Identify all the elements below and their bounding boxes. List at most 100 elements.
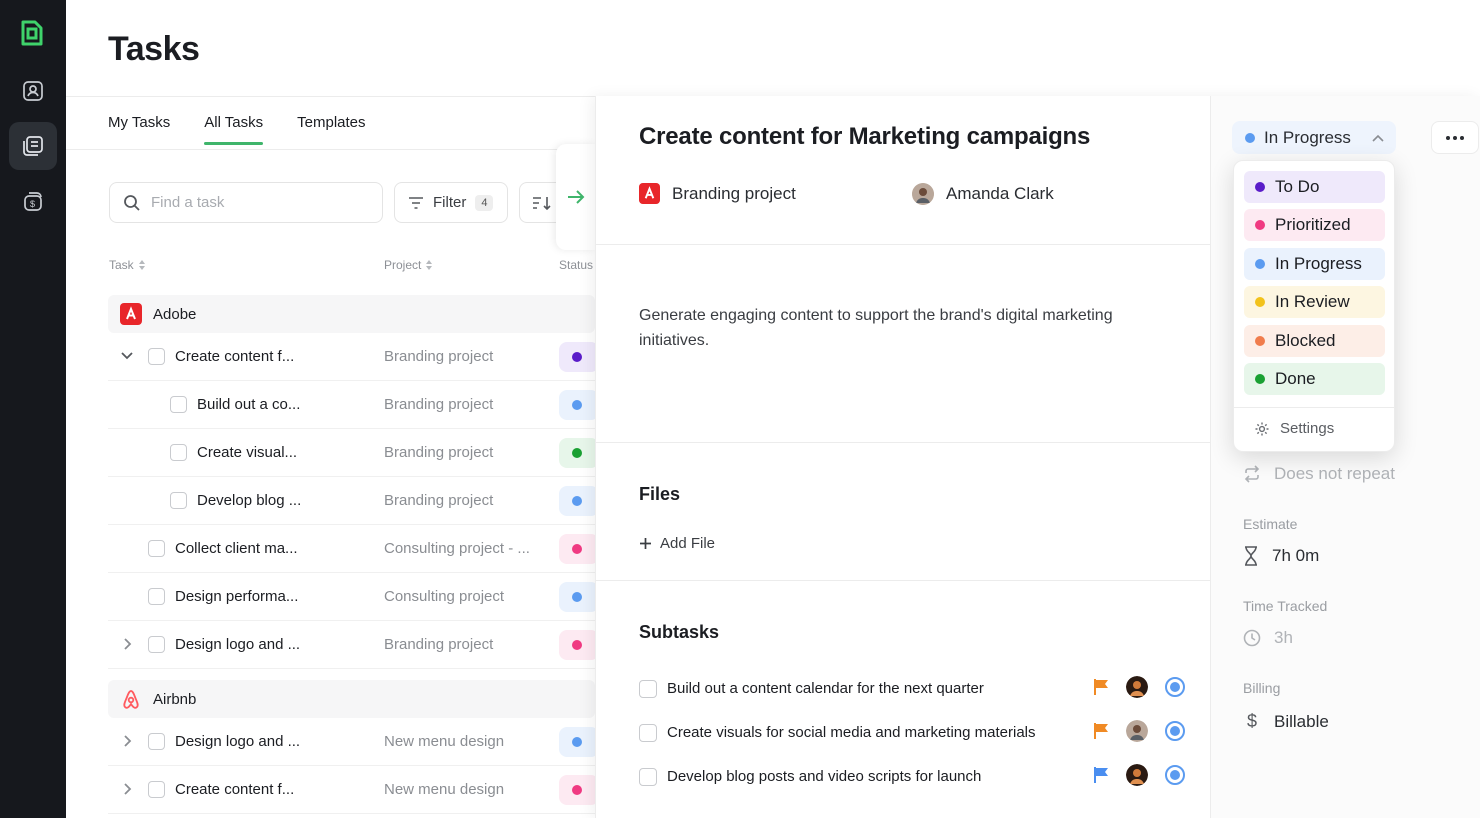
tab-templates[interactable]: Templates <box>297 114 365 145</box>
table-row[interactable]: Design logo and ... New menu design <box>108 718 599 766</box>
task-checkbox[interactable] <box>148 733 165 750</box>
task-project: Branding project <box>384 492 494 509</box>
priority-flag-icon[interactable] <box>1093 678 1111 696</box>
task-checkbox[interactable] <box>148 348 165 365</box>
repeat-setting[interactable]: Does not repeat <box>1243 464 1395 484</box>
arrow-right-icon <box>568 190 585 204</box>
tab-all-tasks[interactable]: All Tasks <box>204 114 263 145</box>
column-header-task[interactable]: Task <box>109 258 146 272</box>
group-row-adobe[interactable]: Adobe <box>108 295 595 333</box>
table-row[interactable]: Create content f... Branding project <box>108 333 599 381</box>
priority-flag-icon[interactable] <box>1093 766 1111 784</box>
task-checkbox[interactable] <box>148 588 165 605</box>
task-name: Create visual... <box>197 444 298 461</box>
task-assignee[interactable]: Amanda Clark <box>912 183 1054 205</box>
task-checkbox[interactable] <box>170 396 187 413</box>
clock-icon <box>1243 629 1261 647</box>
task-name: Build out a co... <box>197 396 301 413</box>
subtask-checkbox[interactable] <box>639 768 657 786</box>
time-tracked-field[interactable]: 3h <box>1243 628 1293 648</box>
column-task-label: Task <box>109 258 134 272</box>
task-checkbox[interactable] <box>148 781 165 798</box>
task-description[interactable]: Generate engaging content to support the… <box>639 303 1119 353</box>
table-row[interactable]: Develop blog ... Branding project <box>108 477 599 525</box>
sort-arrows-icon <box>426 260 433 270</box>
table-row[interactable]: Build out a co... Branding project <box>108 381 599 429</box>
chevron-right-icon[interactable] <box>118 732 136 750</box>
table-row[interactable]: Create visual... Branding project <box>108 429 599 477</box>
table-row[interactable]: Collect client ma... Consulting project … <box>108 525 599 573</box>
chevron-down-icon[interactable] <box>118 347 136 365</box>
task-name: Develop blog ... <box>197 492 302 509</box>
estimate-field[interactable]: 7h 0m <box>1243 546 1319 566</box>
estimate-label: Estimate <box>1243 516 1298 532</box>
status-pill[interactable] <box>559 534 599 564</box>
detail-divider <box>595 580 1210 581</box>
tab-bar: My Tasks All Tasks Templates <box>108 114 366 145</box>
task-checkbox[interactable] <box>148 636 165 653</box>
table-row[interactable]: Create content f... New menu design <box>108 766 599 814</box>
task-checkbox[interactable] <box>148 540 165 557</box>
subtask-item[interactable]: Build out a content calendar for the nex… <box>639 674 1191 704</box>
priority-flag-icon[interactable] <box>1093 722 1111 740</box>
column-header-project[interactable]: Project <box>384 258 433 272</box>
column-header-status[interactable]: Status <box>559 258 595 272</box>
avatar[interactable] <box>1126 720 1148 742</box>
tab-my-tasks[interactable]: My Tasks <box>108 114 170 145</box>
task-title[interactable]: Create content for Marketing campaigns <box>639 123 1090 151</box>
status-option-done[interactable]: Done <box>1244 363 1385 395</box>
status-option-blocked[interactable]: Blocked <box>1244 325 1385 357</box>
project-name: Branding project <box>672 183 796 203</box>
subtask-item[interactable]: Create visuals for social media and mark… <box>639 718 1191 748</box>
table-row[interactable]: Design performa... Consulting project <box>108 573 599 621</box>
filter-icon <box>409 196 423 209</box>
sidebar-billing-icon[interactable]: $ <box>9 178 57 226</box>
status-pill[interactable] <box>559 630 599 660</box>
subtask-text: Develop blog posts and video scripts for… <box>667 768 982 785</box>
task-project-link[interactable]: Branding project <box>639 183 796 204</box>
group-row-airbnb[interactable]: Airbnb <box>108 680 595 718</box>
avatar[interactable] <box>1126 676 1148 698</box>
status-option-prioritized[interactable]: Prioritized <box>1244 209 1385 241</box>
status-option-to-do[interactable]: To Do <box>1244 171 1385 203</box>
status-dot <box>572 785 582 795</box>
billing-field[interactable]: $ Billable <box>1243 711 1329 732</box>
chevron-right-icon[interactable] <box>118 635 136 653</box>
airbnb-logo-icon <box>123 690 139 709</box>
task-name: Collect client ma... <box>175 540 298 557</box>
app-logo-icon[interactable] <box>17 18 47 48</box>
status-pill[interactable] <box>559 727 599 757</box>
task-checkbox[interactable] <box>170 492 187 509</box>
column-status-label: Status <box>559 258 594 272</box>
status-settings-item[interactable]: Settings <box>1254 420 1334 437</box>
status-indicator[interactable] <box>1165 677 1185 697</box>
sidebar-contacts-icon[interactable] <box>9 67 57 115</box>
status-dropdown-button[interactable]: In Progress <box>1232 121 1396 154</box>
status-pill[interactable] <box>559 582 599 612</box>
filter-label: Filter <box>433 194 467 211</box>
table-row[interactable]: Design logo and ... Branding project <box>108 621 599 669</box>
sidebar-tasks-icon[interactable] <box>9 122 57 170</box>
more-options-button[interactable] <box>1431 121 1479 154</box>
status-pill[interactable] <box>559 775 599 805</box>
status-option-in-progress[interactable]: In Progress <box>1244 248 1385 280</box>
collapse-panel-button[interactable] <box>556 144 596 250</box>
avatar[interactable] <box>1126 764 1148 786</box>
filter-button[interactable]: Filter 4 <box>394 182 508 223</box>
status-indicator[interactable] <box>1165 765 1185 785</box>
status-indicator[interactable] <box>1165 721 1185 741</box>
subtask-item[interactable]: Develop blog posts and video scripts for… <box>639 762 1191 792</box>
status-pill[interactable] <box>559 486 599 516</box>
status-pill[interactable] <box>559 438 599 468</box>
subtask-checkbox[interactable] <box>639 680 657 698</box>
task-checkbox[interactable] <box>170 444 187 461</box>
repeat-icon <box>1244 465 1260 483</box>
add-file-button[interactable]: Add File <box>639 535 715 552</box>
chevron-right-icon[interactable] <box>118 780 136 798</box>
search-input[interactable] <box>151 194 351 211</box>
sort-arrows-icon <box>138 260 145 270</box>
subtask-checkbox[interactable] <box>639 724 657 742</box>
status-pill[interactable] <box>559 390 599 420</box>
status-pill[interactable] <box>559 342 599 372</box>
status-option-in-review[interactable]: In Review <box>1244 286 1385 318</box>
